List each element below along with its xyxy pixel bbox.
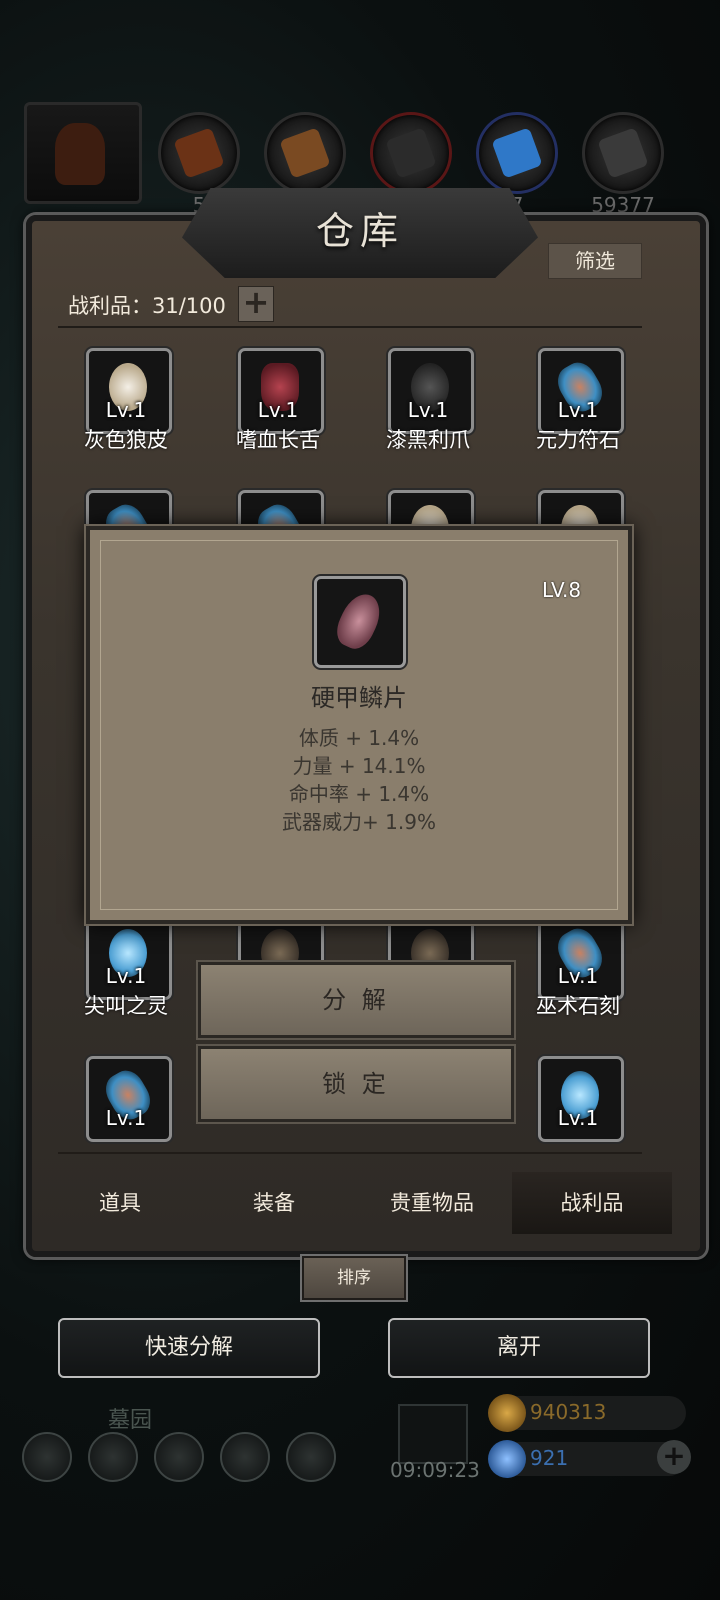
- resource-slot[interactable]: 76801: [264, 112, 346, 217]
- inventory-item[interactable]: Lv.1 嗜血长舌: [208, 348, 348, 458]
- leave-button[interactable]: 离开: [388, 1318, 650, 1378]
- tab-equipment[interactable]: 装备: [194, 1172, 354, 1234]
- sort-button[interactable]: 排序: [302, 1256, 406, 1300]
- inventory-item[interactable]: Lv.1: [56, 1056, 196, 1166]
- loot-count: 战利品：31/100: [68, 294, 226, 318]
- character-icon: [55, 123, 105, 185]
- item-name: 元力符石: [536, 428, 620, 452]
- item-detail-popup: LV.8 硬甲鳞片 体质 + 1.4% 力量 + 14.1% 命中率 + 1.4…: [86, 526, 632, 924]
- decompose-button[interactable]: 分 解: [198, 962, 514, 1038]
- settings-icon[interactable]: [286, 1432, 336, 1482]
- quick-decompose-button[interactable]: 快速分解: [58, 1318, 320, 1378]
- resource-slot[interactable]: 5: [158, 112, 240, 217]
- gift-icon[interactable]: [398, 1404, 468, 1464]
- lock-button[interactable]: 锁 定: [198, 1046, 514, 1122]
- iron-ingot-icon: [385, 127, 437, 179]
- item-level: Lv.1: [407, 398, 449, 422]
- inventory-item[interactable]: Lv.1 元力符石: [508, 348, 648, 458]
- tab-loot[interactable]: 战利品: [512, 1172, 672, 1234]
- stat-line: 武器威力+ 1.9%: [282, 810, 436, 834]
- item-name: 尖叫之灵: [84, 994, 168, 1018]
- item-name: 巫术石刻: [536, 994, 620, 1018]
- item-level: LV.8: [542, 578, 582, 602]
- item-name: 硬甲鳞片: [311, 684, 407, 712]
- leather-icon: [279, 127, 331, 179]
- map-icon[interactable]: [154, 1432, 204, 1482]
- item-level: Lv.1: [557, 1106, 599, 1130]
- inventory-item[interactable]: Lv.1: [508, 1056, 648, 1166]
- item-icon-frame: [314, 576, 406, 668]
- location-label: 墓园: [108, 1408, 153, 1433]
- inventory-item[interactable]: Lv.1 尖叫之灵: [56, 914, 196, 1024]
- crystal-icon: [491, 127, 543, 179]
- gem-amount: 921: [530, 1446, 569, 1470]
- gold-coin-icon: [488, 1394, 526, 1432]
- item-level: Lv.1: [257, 398, 299, 422]
- skill-icon[interactable]: [88, 1432, 138, 1482]
- gold-counter: 940313: [488, 1394, 686, 1432]
- inventory-item[interactable]: Lv.1 巫术石刻: [508, 914, 648, 1024]
- stat-line: 命中率 + 1.4%: [288, 782, 430, 806]
- tab-valuables[interactable]: 贵重物品: [352, 1172, 512, 1234]
- divider: [58, 326, 642, 328]
- resource-slot[interactable]: 59377: [582, 112, 664, 217]
- tab-items[interactable]: 道具: [40, 1172, 200, 1234]
- filter-button[interactable]: 筛选: [548, 243, 642, 279]
- red-fur-icon: [173, 127, 225, 179]
- expand-capacity-button[interactable]: +: [238, 286, 274, 322]
- item-level: Lv.1: [105, 1106, 147, 1130]
- inventory-item[interactable]: Lv.1 漆黑利爪: [358, 348, 498, 458]
- menu-icon[interactable]: [22, 1432, 72, 1482]
- category-tabs: 道具 装备 贵重物品 战利品: [40, 1172, 680, 1234]
- item-level: Lv.1: [105, 398, 147, 422]
- countdown-timer: 09:09:23: [390, 1458, 480, 1482]
- item-stats: 体质 + 1.4% 力量 + 14.1% 命中率 + 1.4% 武器威力+ 1.…: [90, 724, 628, 836]
- mail-icon[interactable]: [220, 1432, 270, 1482]
- item-name: 漆黑利爪: [386, 428, 470, 452]
- steel-icon: [597, 127, 649, 179]
- character-avatar[interactable]: [24, 102, 142, 204]
- gem-icon: [488, 1440, 526, 1478]
- item-level: Lv.1: [557, 964, 599, 988]
- item-level: Lv.1: [557, 398, 599, 422]
- stat-line: 力量 + 14.1%: [292, 754, 426, 778]
- inventory-item[interactable]: Lv.1 灰色狼皮: [56, 348, 196, 458]
- resource-slot[interactable]: 2045: [370, 112, 452, 217]
- resource-slot[interactable]: 7: [476, 112, 558, 217]
- scale-icon: [330, 588, 388, 654]
- divider: [58, 1152, 642, 1154]
- item-name: 灰色狼皮: [84, 428, 168, 452]
- item-name: 嗜血长舌: [236, 428, 320, 452]
- item-level: Lv.1: [105, 964, 147, 988]
- gold-amount: 940313: [530, 1400, 607, 1424]
- stat-line: 体质 + 1.4%: [298, 726, 420, 750]
- add-currency-button[interactable]: +: [657, 1440, 691, 1474]
